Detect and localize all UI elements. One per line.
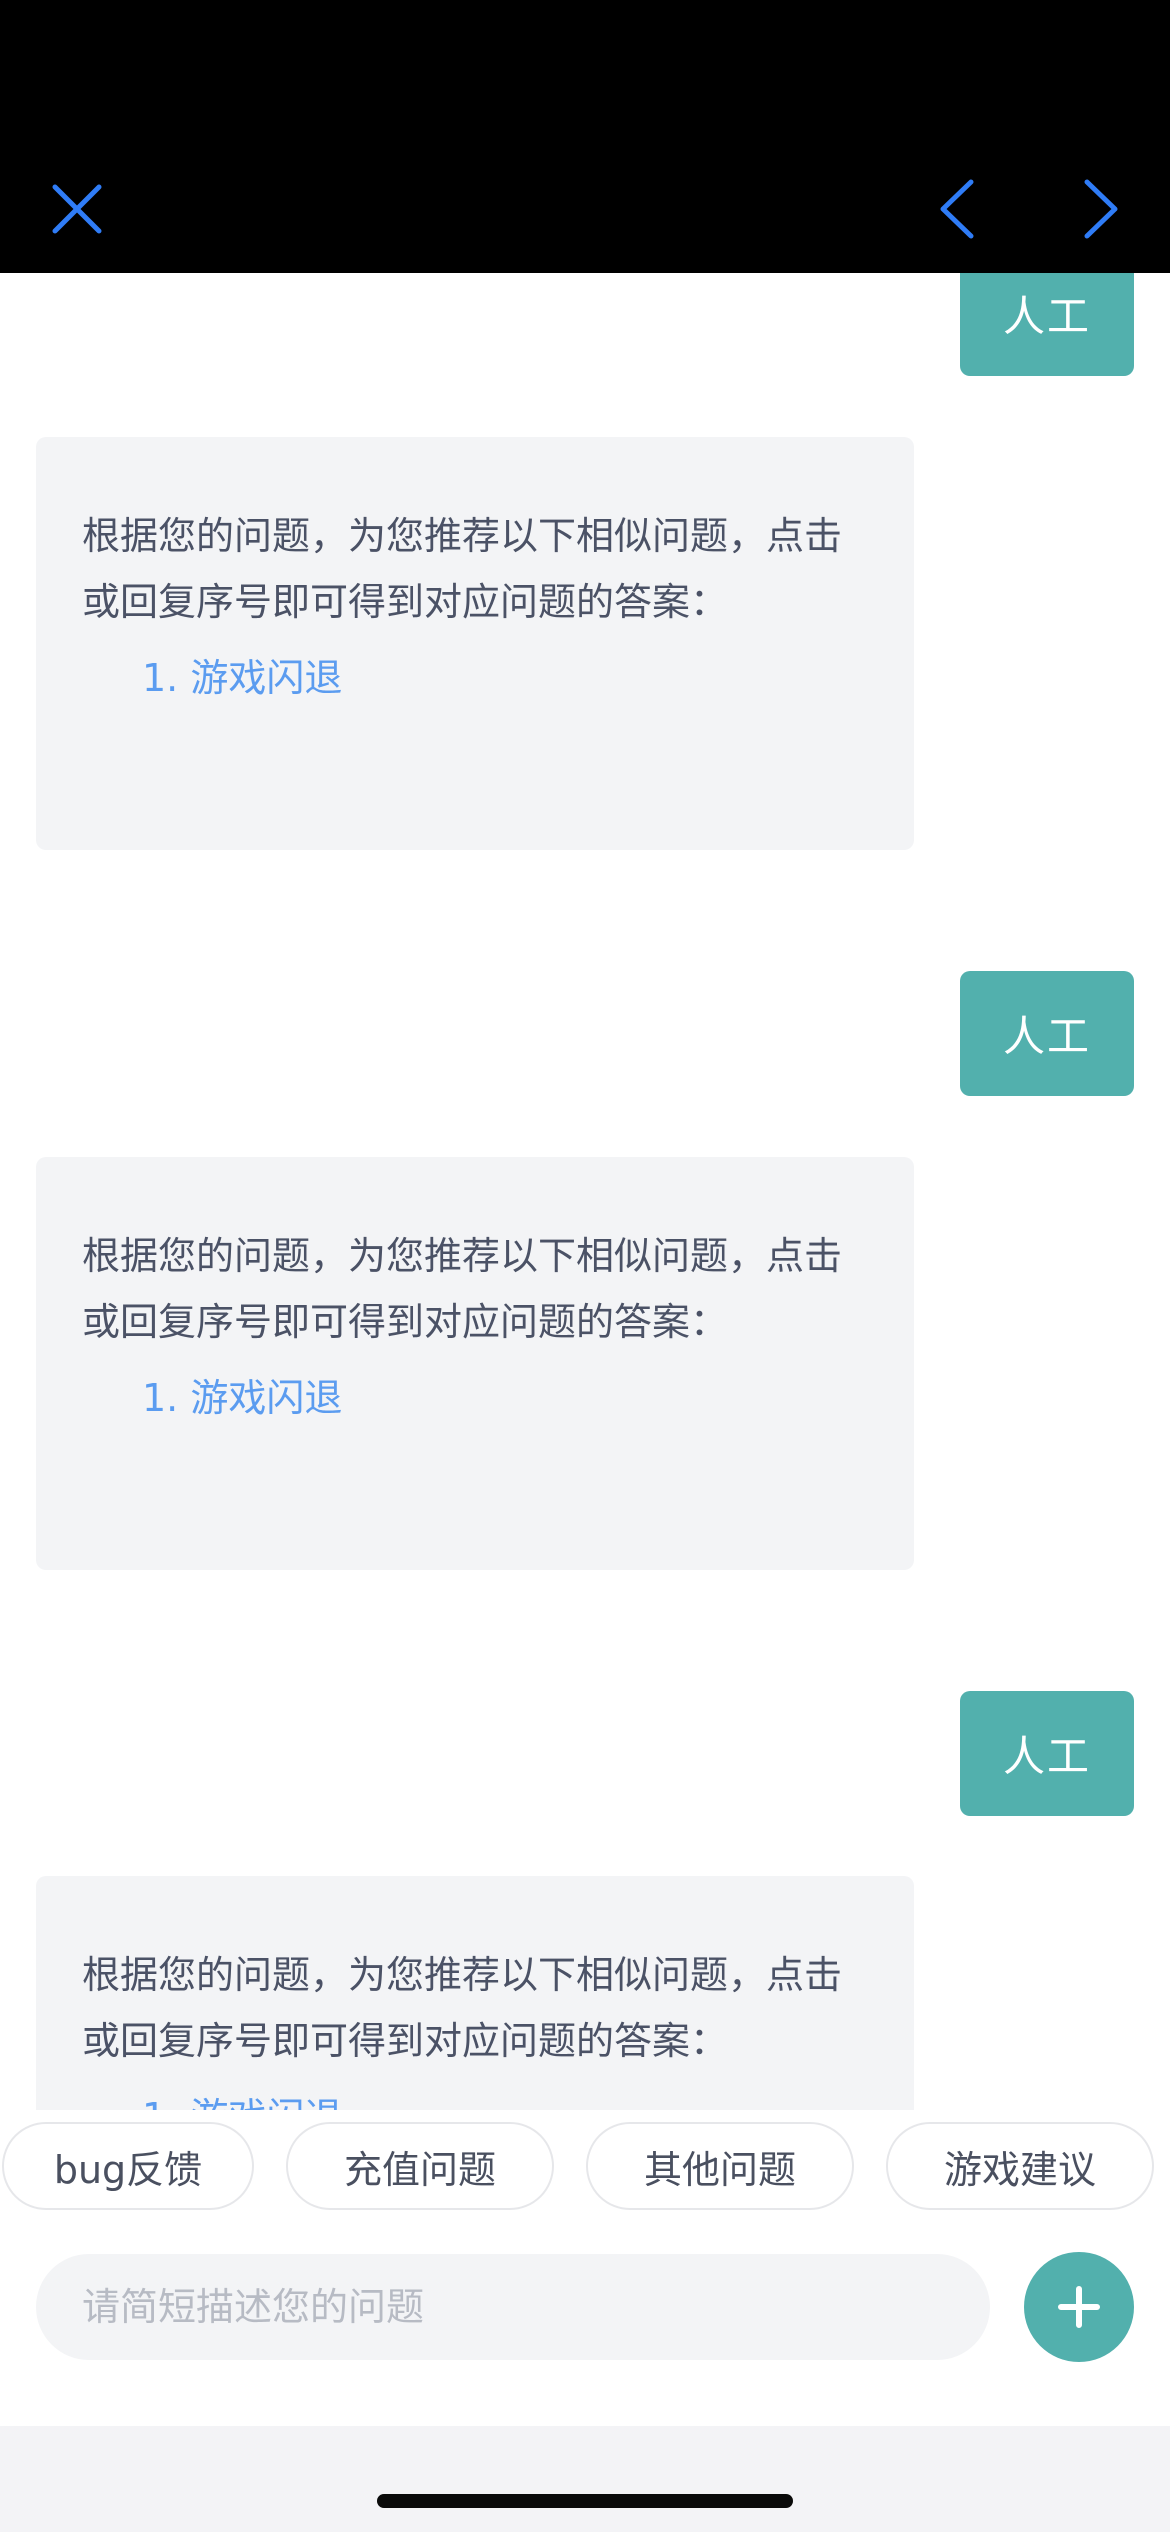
chip-game-suggestion[interactable]: 游戏建议 [886, 2122, 1154, 2210]
close-button[interactable] [32, 164, 122, 254]
forward-button[interactable] [1056, 164, 1146, 254]
chat-history[interactable]: 人工 根据您的问题，为您推荐以下相似问题，点击或回复序号即可得到对应问题的答案：… [0, 273, 1170, 2110]
suggestion-list: 1. 游戏闪退 [82, 1355, 854, 1441]
add-button[interactable] [1024, 2252, 1134, 2362]
chip-bug-feedback[interactable]: bug反馈 [2, 2122, 254, 2210]
chevron-right-icon [1084, 179, 1118, 239]
bot-message: 根据您的问题，为您推荐以下相似问题，点击或回复序号即可得到对应问题的答案： 1.… [36, 437, 914, 850]
suggestion-link[interactable]: 1. 游戏闪退 [142, 1355, 854, 1441]
plus-icon [1058, 2286, 1100, 2328]
back-button[interactable] [912, 164, 1002, 254]
user-message-text: 人工 [1002, 1012, 1091, 1061]
bot-message: 根据您的问题，为您推荐以下相似问题，点击或回复序号即可得到对应问题的答案： 1.… [36, 1157, 914, 1570]
bot-message-text: 根据您的问题，为您推荐以下相似问题，点击或回复序号即可得到对应问题的答案： [82, 514, 843, 624]
bottom-safe-area [0, 2426, 1170, 2532]
top-bar [0, 0, 1170, 273]
home-indicator[interactable] [377, 2494, 793, 2508]
user-message-text: 人工 [1002, 292, 1091, 341]
chevron-left-icon [940, 179, 974, 239]
suggestion-list: 1. 游戏闪退 [82, 2074, 854, 2110]
input-bar [0, 2232, 1170, 2426]
chip-recharge[interactable]: 充值问题 [286, 2122, 554, 2210]
suggestion-link[interactable]: 1. 游戏闪退 [142, 2074, 854, 2110]
bot-message: 根据您的问题，为您推荐以下相似问题，点击或回复序号即可得到对应问题的答案： 1.… [36, 1876, 914, 2110]
quick-topic-bar: bug反馈 充值问题 其他问题 游戏建议 [0, 2110, 1170, 2234]
bot-message-text: 根据您的问题，为您推荐以下相似问题，点击或回复序号即可得到对应问题的答案： [82, 1234, 843, 1344]
chip-other[interactable]: 其他问题 [586, 2122, 854, 2210]
suggestion-link[interactable]: 1. 游戏闪退 [142, 635, 854, 721]
user-message: 人工 [960, 971, 1134, 1096]
user-message-text: 人工 [1002, 1732, 1091, 1781]
close-icon [52, 184, 102, 234]
suggestion-list: 1. 游戏闪退 [82, 635, 854, 721]
message-input[interactable] [36, 2254, 990, 2360]
user-message: 人工 [960, 1691, 1134, 1816]
bot-message-text: 根据您的问题，为您推荐以下相似问题，点击或回复序号即可得到对应问题的答案： [82, 1953, 843, 2063]
user-message: 人工 [960, 273, 1134, 376]
